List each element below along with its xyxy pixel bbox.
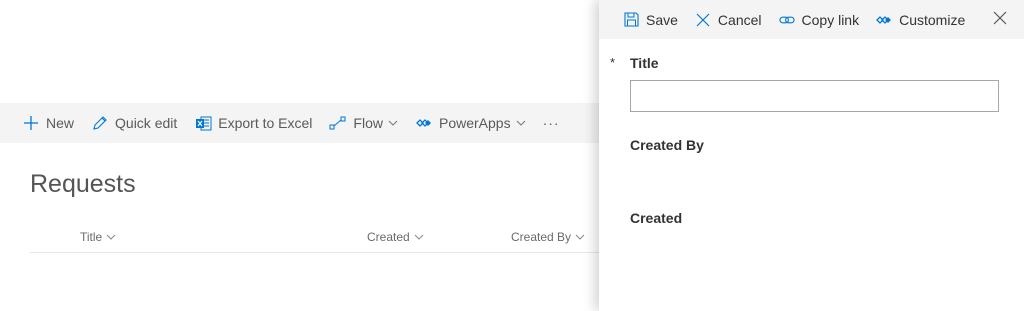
powerapps-icon [876, 12, 892, 28]
column-header-row: Title Created Created By [30, 228, 600, 253]
close-panel-button[interactable] [993, 11, 1009, 27]
copy-link-button[interactable]: Copy link [778, 0, 860, 39]
created-by-field-label: Created By [630, 137, 704, 153]
flow-button[interactable]: Flow [329, 103, 398, 143]
link-icon [778, 12, 795, 28]
title-field-label: Title [630, 55, 659, 71]
customize-button[interactable]: Customize [876, 0, 965, 39]
powerapps-button[interactable]: PowerApps [415, 103, 526, 143]
customize-label: Customize [899, 11, 966, 28]
chevron-down-icon [388, 118, 398, 128]
flow-label: Flow [353, 115, 383, 131]
column-header-label: Created [367, 230, 410, 244]
export-to-excel-button[interactable]: Export to Excel [194, 103, 312, 143]
column-header-created-by[interactable]: Created By [511, 230, 585, 244]
column-header-created[interactable]: Created [367, 230, 424, 244]
more-options-button[interactable]: ··· [543, 103, 560, 143]
close-icon [695, 12, 711, 28]
flow-icon [329, 114, 347, 132]
required-marker: * [610, 55, 616, 70]
column-header-label: Title [80, 230, 103, 244]
title-field[interactable] [630, 80, 999, 112]
chevron-down-icon [414, 232, 424, 242]
cancel-label: Cancel [717, 11, 762, 28]
new-button[interactable]: New [22, 103, 74, 143]
created-field-label: Created [630, 210, 683, 226]
column-header-title[interactable]: Title [80, 230, 116, 244]
save-label: Save [646, 11, 678, 28]
cancel-button[interactable]: Cancel [695, 0, 762, 39]
list-title: Requests [30, 170, 136, 198]
powerapps-icon [415, 114, 433, 132]
powerapps-label: PowerApps [438, 115, 511, 131]
chevron-down-icon [106, 232, 116, 242]
quick-edit-label: Quick edit [115, 115, 178, 131]
chevron-down-icon [575, 232, 585, 242]
plus-icon [22, 114, 40, 132]
save-icon [623, 12, 639, 28]
close-icon [993, 11, 1007, 25]
ellipsis-icon: ··· [542, 115, 560, 131]
export-to-excel-label: Export to Excel [218, 115, 313, 131]
save-button[interactable]: Save [623, 0, 678, 39]
new-button-label: New [46, 115, 75, 131]
item-edit-panel: Save Cancel Copy link Customize * Title … [599, 0, 1024, 311]
quick-edit-button[interactable]: Quick edit [91, 103, 177, 143]
panel-toolbar: Save Cancel Copy link Customize [599, 0, 1024, 39]
pencil-icon [91, 114, 109, 132]
copy-link-label: Copy link [801, 11, 860, 28]
column-header-label: Created By [511, 230, 572, 244]
chevron-down-icon [516, 118, 526, 128]
excel-icon [194, 114, 212, 132]
